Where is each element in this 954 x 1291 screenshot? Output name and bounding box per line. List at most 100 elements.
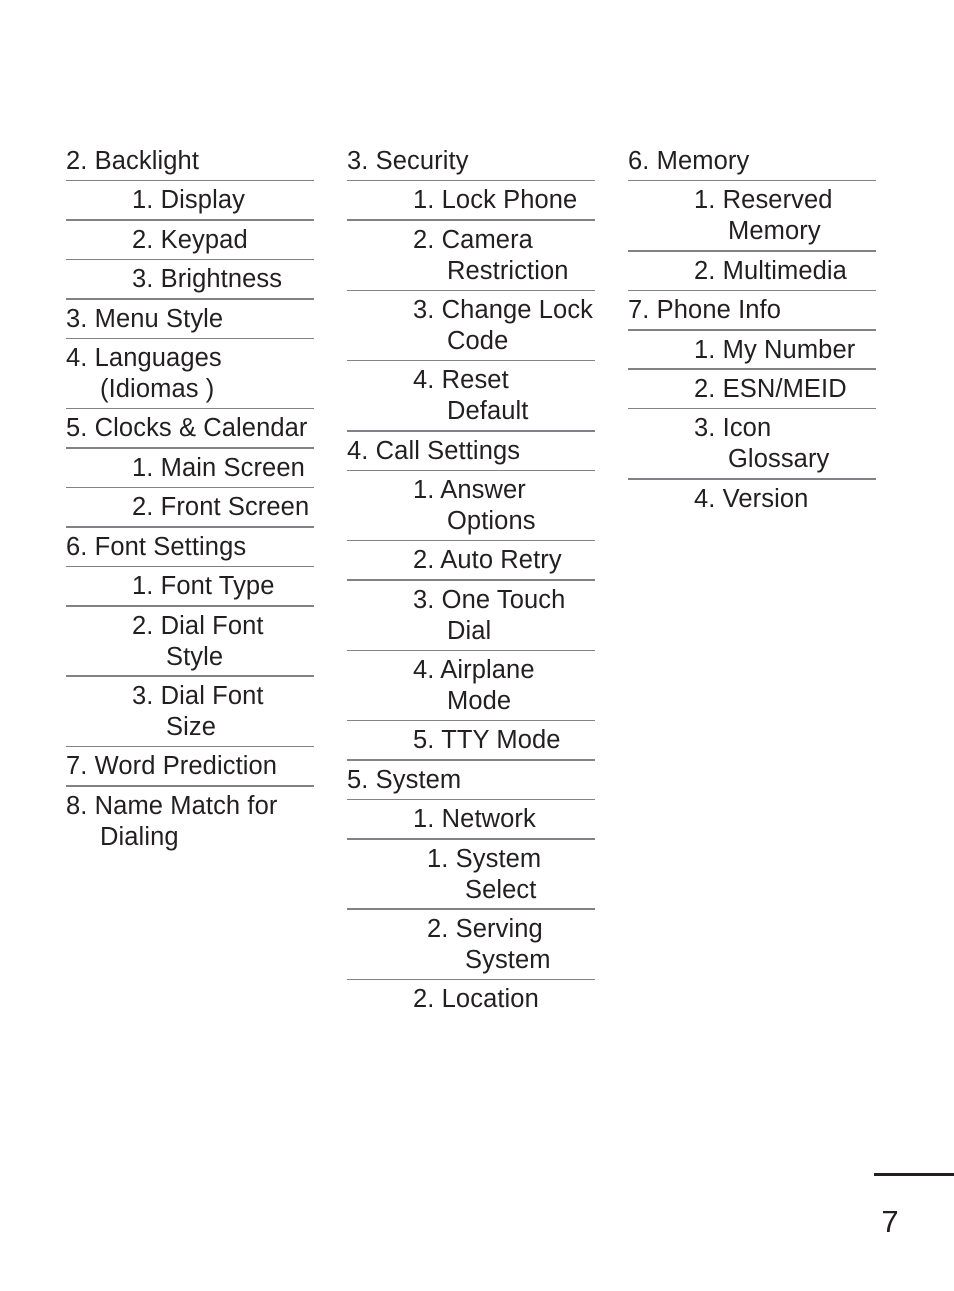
menu-row[interactable]: 7. Phone Info (628, 295, 876, 334)
menu-row[interactable]: 3. Brightness (66, 264, 314, 303)
row-divider (347, 430, 595, 432)
menu-row[interactable]: 2. Keypad (66, 225, 314, 264)
menu-item-label: 1. Answer Options (413, 476, 536, 535)
menu-row[interactable]: 4. Reset Default (347, 365, 595, 435)
menu-item-label: 7. Word Prediction (66, 752, 278, 781)
menu-row[interactable]: 2. Multimedia (628, 256, 876, 295)
menu-row[interactable]: 2. ESN/MEID (628, 374, 876, 413)
menu-item-label: 5. TTY Mode (413, 726, 561, 755)
menu-row[interactable]: 1. System Select (347, 844, 595, 914)
row-divider (347, 179, 595, 182)
page-number: 7 (881, 1204, 899, 1239)
menu-row[interactable]: 4. Version (628, 484, 876, 523)
menu-row[interactable]: 5. TTY Mode (347, 725, 595, 764)
menu-row[interactable]: 1. Lock Phone (347, 185, 595, 224)
row-divider (66, 565, 314, 568)
menu-row[interactable]: 7. Word Prediction (66, 751, 314, 790)
row-divider (66, 298, 314, 300)
row-divider (347, 978, 595, 981)
row-divider (628, 407, 876, 410)
menu-row[interactable]: 3. One Touch Dial (347, 585, 595, 655)
menu-row[interactable]: 3. Security (347, 146, 595, 185)
menu-row[interactable]: 3. Menu Style (66, 304, 314, 343)
menu-row[interactable]: 8. Name Match for Dialing (66, 791, 314, 861)
menu-item-label: 4. Airplane Mode (413, 656, 542, 715)
menu-row[interactable]: 1. Display (66, 185, 314, 224)
menu-item-label: 5. Clocks & Calendar (66, 414, 308, 443)
menu-row[interactable]: 3. Dial Font Size (66, 681, 314, 751)
row-divider (628, 289, 876, 292)
menu-row[interactable]: 1. Answer Options (347, 475, 595, 545)
row-divider (347, 289, 595, 292)
menu-row[interactable]: 1. My Number (628, 335, 876, 374)
row-divider (66, 605, 314, 607)
menu-item-label: 2. Multimedia (694, 256, 847, 285)
menu-row[interactable]: 6. Memory (628, 146, 876, 185)
menu-item-label: 2. Keypad (132, 225, 248, 254)
menu-row[interactable]: 2. Backlight (66, 146, 314, 185)
menu-item-label: 2. Auto Retry (413, 546, 562, 575)
menu-item-label: 3. Security (347, 147, 469, 175)
menu-row[interactable]: 1. Font Type (66, 571, 314, 610)
footer-rule (874, 1173, 954, 1176)
row-divider (66, 447, 314, 449)
row-divider (347, 798, 595, 801)
row-divider (347, 1018, 595, 1020)
menu-row[interactable]: 3. Change Lock Code (347, 295, 595, 365)
row-divider (347, 649, 595, 652)
menu-item-label: 3. Brightness (132, 265, 283, 294)
row-divider (66, 675, 314, 677)
row-divider (347, 539, 595, 542)
row-divider (628, 518, 876, 520)
menu-item-label: 1. Reserved Memory (694, 186, 840, 246)
menu-item-label: 2. ESN/MEID (694, 375, 847, 404)
menu-item-label: 2. Location (413, 985, 539, 1014)
row-divider (66, 258, 314, 261)
menu-item-label: 1. Font Type (132, 572, 275, 601)
menu-item-label: 3. One Touch Dial (413, 585, 573, 645)
menu-item-label: 1. Display (132, 186, 245, 215)
menu-item-label: 2. Camera Restriction (413, 225, 569, 285)
row-divider (347, 579, 595, 581)
menu-item-label: 8. Name Match for Dialing (66, 791, 285, 851)
menu-row[interactable]: 1. Main Screen (66, 453, 314, 492)
menu-row[interactable]: 4. Call Settings (347, 436, 595, 475)
menu-row[interactable]: 6. Font Settings (66, 532, 314, 571)
menu-row[interactable]: 2. Auto Retry (347, 545, 595, 584)
menu-row[interactable]: 2. Camera Restriction (347, 225, 595, 295)
menu-row[interactable]: 2. Location (347, 984, 595, 1023)
row-divider (347, 219, 595, 221)
menu-item-label: 2. Backlight (66, 147, 200, 175)
row-divider (347, 759, 595, 761)
menu-item-label: 4. Reset Default (413, 366, 529, 426)
menu-item-label: 4. Languages (Idiomas ) (66, 344, 229, 404)
row-divider (66, 407, 314, 410)
row-divider (66, 179, 314, 182)
menu-row[interactable]: 5. Clocks & Calendar (66, 413, 314, 452)
menu-row[interactable]: 1. Network (347, 804, 595, 843)
menu-row[interactable]: 5. System (347, 765, 595, 804)
menu-row[interactable]: 2. Serving System (347, 914, 595, 984)
menu-item-label: 6. Memory (628, 147, 750, 175)
menu-row[interactable]: 1. Reserved Memory (628, 185, 876, 255)
menu-item-label: 4. Version (694, 484, 809, 513)
menu-item-label: 2. Dial Font Style (132, 611, 271, 671)
row-divider (628, 329, 876, 331)
menu-item-label: 6. Font Settings (66, 532, 247, 561)
row-divider (347, 719, 595, 722)
menu-row[interactable]: 4. Languages (Idiomas ) (66, 343, 314, 413)
menu-item-label: 1. Lock Phone (413, 186, 578, 215)
row-divider (66, 337, 314, 340)
row-divider (347, 359, 595, 362)
menu-row[interactable]: 2. Dial Font Style (66, 611, 314, 681)
menu-row[interactable]: 3. Icon Glossary (628, 413, 876, 483)
menu-item-label: 1. My Number (694, 335, 856, 364)
row-divider (628, 368, 876, 371)
menu-item-label: 3. Icon Glossary (694, 414, 830, 474)
row-divider (347, 469, 595, 472)
menu-row[interactable]: 2. Front Screen (66, 492, 314, 531)
menu-column-3: 6. Memory 1. Reserved Memory 2. Multimedia… (628, 146, 876, 523)
row-divider (66, 486, 314, 489)
menu-item-label: 1. Main Screen (132, 453, 305, 482)
menu-row[interactable]: 4. Airplane Mode (347, 655, 595, 725)
